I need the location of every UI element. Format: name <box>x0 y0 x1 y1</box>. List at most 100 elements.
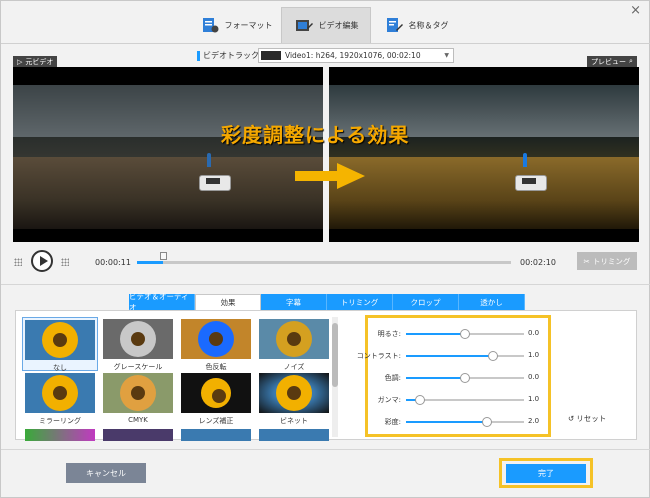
brightness-value: 0.0 <box>528 329 540 337</box>
effect-vignette[interactable]: ビネット <box>256 373 332 426</box>
hue-value: 0.0 <box>528 373 540 381</box>
effect-label: CMYK <box>128 416 148 424</box>
slider-fill <box>406 377 465 379</box>
slider-knob[interactable] <box>460 329 470 339</box>
effect-thumb-image <box>181 429 251 441</box>
trim-button[interactable]: ✂ トリミング <box>577 252 637 270</box>
video-track-label: ビデオトラック: <box>197 50 262 61</box>
effect-label: ビネット <box>280 417 308 425</box>
brightness-slider[interactable] <box>406 329 524 339</box>
slider-knob[interactable] <box>460 373 470 383</box>
close-icon[interactable]: × <box>630 3 641 18</box>
tab-video-audio[interactable]: ビデオ＆オーディオ <box>129 292 195 312</box>
slider-knob[interactable] <box>488 351 499 361</box>
timeline-slider[interactable] <box>137 252 511 264</box>
effect-thumbnail-grid: なし グレースケール 色反転 ノイズ ミラーリング CMYK レンズ補正 ビネッ… <box>20 315 336 441</box>
play-button[interactable] <box>31 250 53 272</box>
done-button[interactable]: 完了 <box>506 464 586 483</box>
tag-edit-icon <box>386 18 403 32</box>
effects-scrollbar[interactable] <box>332 317 338 437</box>
effect-thumb-image <box>259 429 329 441</box>
hue-slider[interactable] <box>406 373 524 383</box>
effect-label: 色反転 <box>205 363 227 371</box>
effect-thumb-image <box>25 320 95 360</box>
tab-subtitles[interactable]: 字幕 <box>261 294 327 310</box>
gamma-value: 1.0 <box>528 395 540 403</box>
effect-row-partial-1[interactable] <box>22 429 98 441</box>
gamma-slider[interactable] <box>406 395 524 405</box>
original-person <box>207 153 211 167</box>
grip-right-icon <box>61 258 69 266</box>
timeline-progress <box>137 261 164 264</box>
gamma-row: ガンマ: 1.0 <box>368 392 548 408</box>
saturation-value: 2.0 <box>528 417 540 425</box>
effect-thumb-image <box>181 319 251 359</box>
effect-thumb-image <box>259 373 329 413</box>
timeline-handle[interactable] <box>160 252 168 260</box>
video-track-select[interactable]: Video1: h264, 1920x1076, 00:02:10 ▼ <box>258 48 454 63</box>
effect-thumb-image <box>103 429 173 441</box>
reset-icon: ↺ <box>568 414 575 423</box>
saturation-row: 彩度: 2.0 <box>368 414 548 430</box>
effect-none[interactable]: なし <box>22 317 98 372</box>
effect-noise[interactable]: ノイズ <box>256 319 332 372</box>
contrast-row: コントラスト: 1.0 <box>357 348 548 364</box>
effect-thumb-image <box>25 429 95 441</box>
effect-row-partial-4[interactable] <box>256 429 332 441</box>
tab-trimming[interactable]: トリミング <box>327 294 393 310</box>
adjustment-panel: 明るさ: 0.0 コントラスト: 1.0 色調: 0.0 ガンマ: 1.0 彩度… <box>357 315 551 437</box>
video-edit-dialog: × フォーマット ビデオ編集 名称＆タグ ビデオトラック: Video1: h2… <box>0 0 650 498</box>
top-tab-bar: フォーマット ビデオ編集 名称＆タグ <box>191 7 461 43</box>
footer-divider <box>1 449 650 450</box>
slider-fill <box>406 421 488 423</box>
effect-cmyk[interactable]: CMYK <box>100 373 176 424</box>
saturation-slider[interactable] <box>406 417 524 427</box>
effect-grayscale[interactable]: グレースケール <box>100 319 176 372</box>
tab-watermark[interactable]: 透かし <box>459 294 525 310</box>
brightness-label: 明るさ: <box>377 330 401 338</box>
effect-row-partial-2[interactable] <box>100 429 176 441</box>
video-track-row: ビデオトラック: Video1: h264, 1920x1076, 00:02:… <box>1 48 650 64</box>
done-button-highlight: 完了 <box>499 458 593 488</box>
effects-panel: なし グレースケール 色反転 ノイズ ミラーリング CMYK レンズ補正 ビネッ… <box>15 310 637 441</box>
search-icon: ⌕ <box>629 57 633 65</box>
format-icon <box>202 18 218 33</box>
effect-thumb-image <box>259 319 329 359</box>
tab-video-edit[interactable]: ビデオ編集 <box>281 7 371 43</box>
brightness-row: 明るさ: 0.0 <box>368 326 548 342</box>
effect-thumb-image <box>103 373 173 413</box>
arrow-right-icon <box>295 163 365 189</box>
effect-mirroring[interactable]: ミラーリング <box>22 373 98 426</box>
scissors-icon: ✂ <box>583 256 590 266</box>
effect-row-partial-3[interactable] <box>178 429 254 441</box>
effect-label: なし <box>53 364 67 372</box>
tab-divider <box>1 43 650 44</box>
scrollbar-thumb[interactable] <box>332 323 338 387</box>
slider-knob[interactable] <box>415 395 426 405</box>
tab-name-tag-label: 名称＆タグ <box>408 20 449 30</box>
player-controls: 00:00:11 00:02:10 ✂ トリミング <box>1 246 650 276</box>
effect-thumb-image <box>181 373 251 413</box>
tab-name-tag[interactable]: 名称＆タグ <box>371 7 461 43</box>
reset-button[interactable]: ↺ リセット <box>568 413 606 424</box>
video-track-value: Video1: h264, 1920x1076, 00:02:10 <box>285 51 421 60</box>
saturation-label: 彩度: <box>384 418 401 426</box>
effect-thumb-image <box>25 373 95 413</box>
slider-fill <box>406 355 494 357</box>
track-thumbnail <box>261 51 281 60</box>
chevron-down-icon: ▼ <box>444 52 449 59</box>
tab-format-label: フォーマット <box>224 20 273 30</box>
tab-effects[interactable]: 効果 <box>195 294 261 310</box>
effect-lens-correction[interactable]: レンズ補正 <box>178 373 254 426</box>
preview-video-frame <box>329 67 639 242</box>
preview-ground <box>329 157 639 229</box>
original-video-label: ▷ 元ビデオ <box>13 56 58 67</box>
slider-knob[interactable] <box>482 417 493 427</box>
tab-crop[interactable]: クロップ <box>393 294 459 310</box>
contrast-value: 1.0 <box>528 351 540 359</box>
preview-car <box>515 175 547 191</box>
tab-format[interactable]: フォーマット <box>191 7 281 43</box>
effect-invert[interactable]: 色反転 <box>178 319 254 372</box>
cancel-button[interactable]: キャンセル <box>66 463 146 483</box>
contrast-slider[interactable] <box>406 351 524 361</box>
